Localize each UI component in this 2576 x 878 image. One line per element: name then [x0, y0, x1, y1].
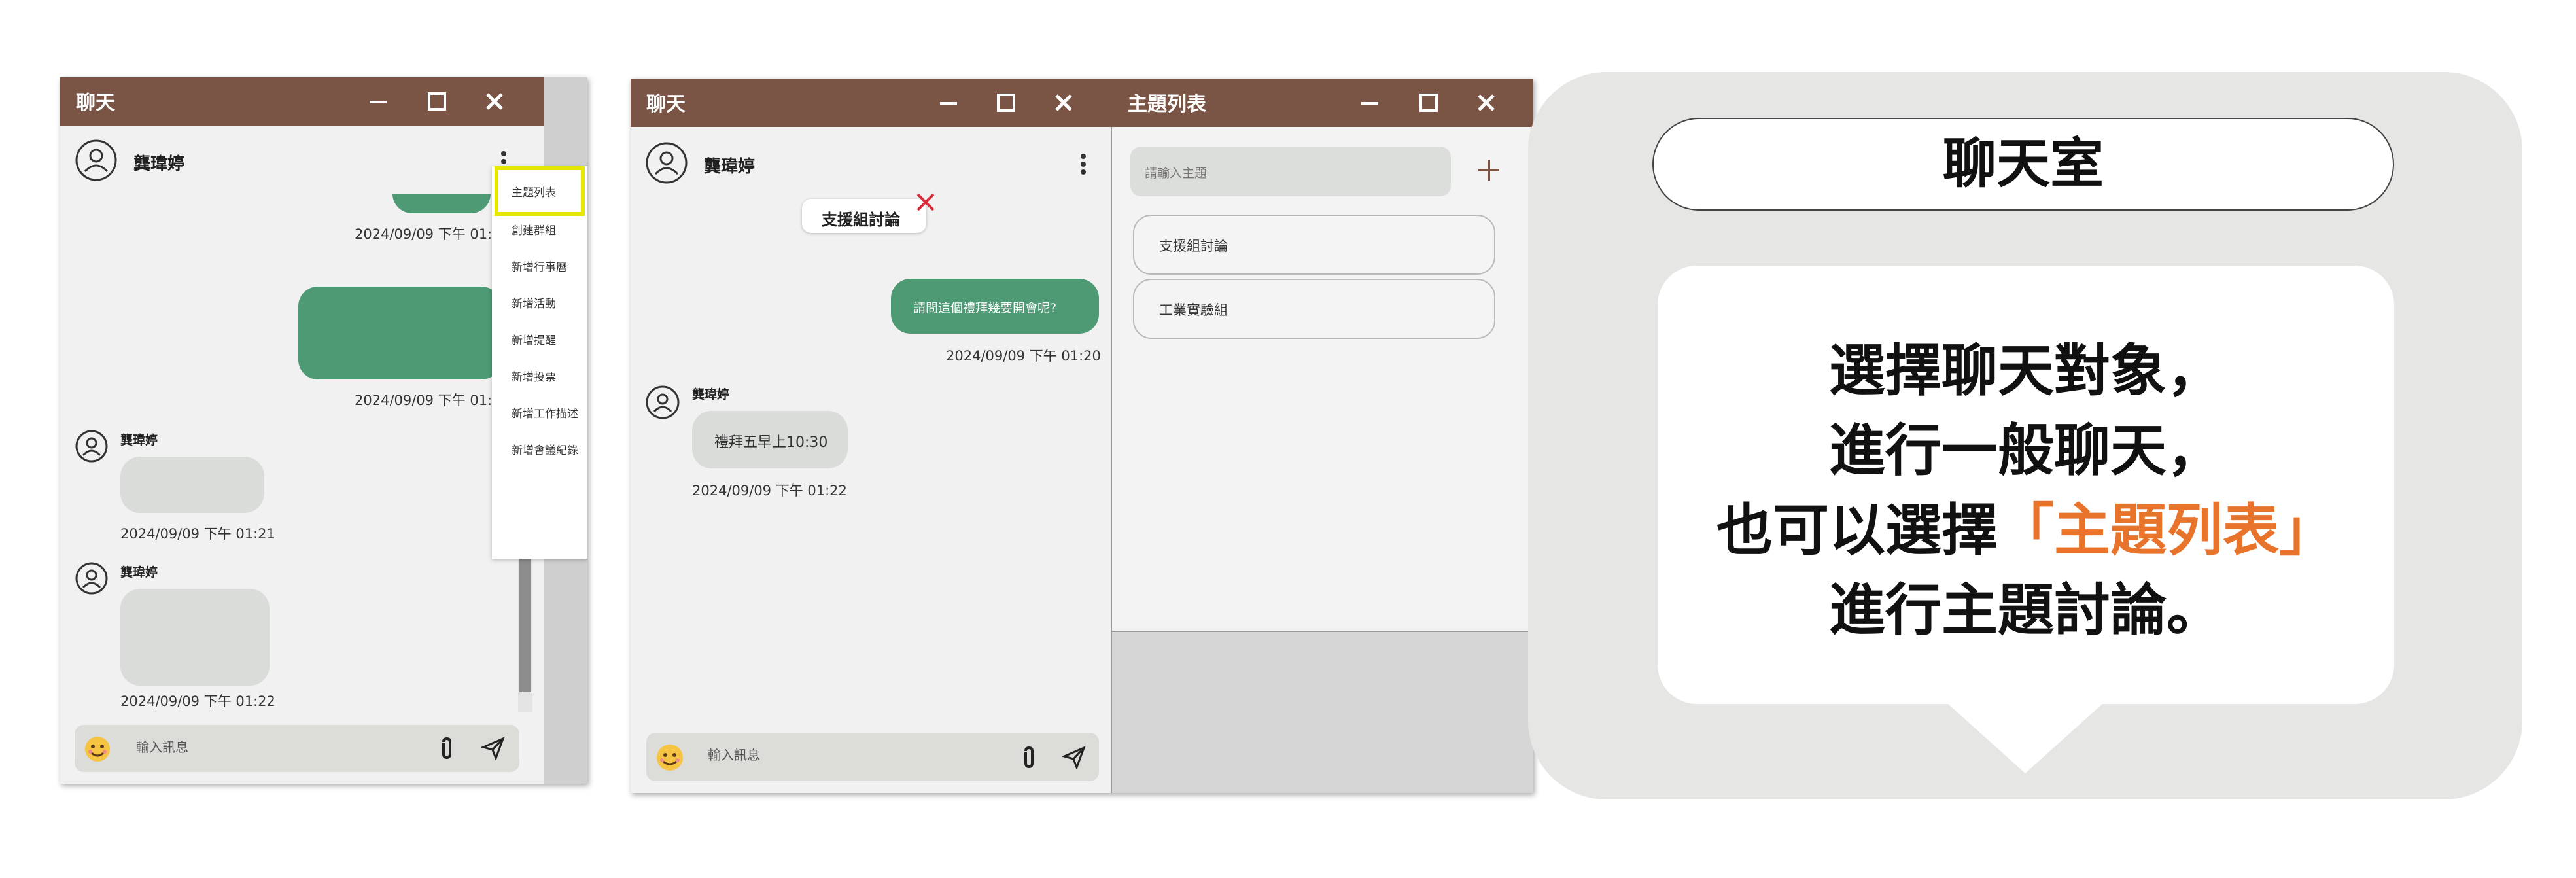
topic-search-field[interactable]: 請輸入主題 [1130, 147, 1451, 196]
callout-line-2: 進行一般聊天， [1829, 418, 2223, 483]
sender-name: 龔瑋婷 [120, 433, 158, 448]
middle-chat-window: 聊天 龔瑋婷 支援組討論 請問這個禮拜幾要開會呢? 2024/09/09 下午 … [631, 79, 1533, 793]
speech-bubble-tail [1947, 703, 2104, 773]
emoji-icon[interactable] [84, 735, 111, 763]
more-vertical-icon[interactable] [1079, 153, 1087, 175]
callout-line-3: 也可以選擇「主題列表」 [1658, 491, 2394, 571]
menu-item-add-reminder[interactable]: 新增提醒 [492, 331, 583, 347]
left-chat-window: 聊天 龔瑋婷 2024/09/09 下午 01:2 2024/09/09 下午 … [60, 77, 587, 784]
plus-icon[interactable] [1476, 157, 1502, 183]
menu-item-create-group[interactable]: 創建群組 [492, 221, 583, 237]
topic-chip: 支援組討論 [802, 199, 926, 233]
minimize-button[interactable] [929, 79, 968, 127]
maximize-button[interactable] [417, 77, 457, 126]
other-message-bubble [120, 457, 264, 513]
message-input-bar: 輸入訊息 [75, 725, 519, 772]
message-input-bar: 輸入訊息 [646, 733, 1099, 781]
other-message-bubble [120, 589, 270, 686]
callout-highlight: 「主題列表」 [1998, 498, 2335, 563]
sender-name: 龔瑋婷 [692, 387, 730, 402]
topic-chip-label: 支援組討論 [822, 211, 900, 229]
message-timestamp: 2024/09/09 下午 01:2 [355, 226, 501, 242]
panel-heading: 聊天室 [1942, 133, 2104, 195]
topic-item-label: 支援組討論 [1159, 238, 1228, 254]
menu-item-add-calendar[interactable]: 新增行事曆 [492, 258, 583, 274]
my-message-text: 請問這個禮拜幾要開會呢? [913, 301, 1057, 315]
other-message-text: 禮拜五早上10:30 [714, 434, 828, 451]
minimize-icon [1361, 102, 1378, 105]
topic-search-placeholder: 請輸入主題 [1145, 166, 1208, 181]
info-panel: 聊天室 選擇聊天對象， 進行一般聊天， 也可以選擇「主題列表」 進行主題討論。 [1528, 72, 2522, 799]
options-menu: 主題列表 創建群組 新增行事曆 新增活動 新增提醒 新增投票 新增工作描述 新增… [492, 166, 587, 559]
left-titlebar: 聊天 [60, 77, 544, 126]
callout-line-4: 進行主題討論。 [1829, 578, 2223, 643]
close-icon [486, 93, 503, 110]
close-button[interactable] [1044, 79, 1083, 127]
topic-titlebar: 主題列表 [1112, 79, 1533, 127]
close-icon [1055, 94, 1072, 111]
callout-line-3-text: 也可以選擇 [1716, 498, 1998, 563]
minimize-icon [370, 101, 387, 103]
minimize-button[interactable] [358, 77, 398, 126]
my-message-bubble [392, 194, 491, 213]
user-avatar-icon [75, 562, 108, 595]
my-message-bubble [298, 287, 501, 379]
my-message-bubble: 請問這個禮拜幾要開會呢? [891, 279, 1099, 334]
user-avatar-icon [646, 142, 688, 184]
user-avatar-icon [75, 430, 108, 463]
message-timestamp: 2024/09/09 下午 01:2 [355, 393, 501, 408]
maximize-icon [1419, 94, 1438, 112]
topic-list-pane: 主題列表 請輸入主題 支援組討論 工業實驗組 [1112, 79, 1533, 632]
topic-item-label: 工業實驗組 [1159, 302, 1228, 318]
menu-item-add-vote[interactable]: 新增投票 [492, 368, 583, 384]
user-avatar-icon [646, 385, 680, 419]
topic-item[interactable]: 工業實驗組 [1133, 279, 1495, 339]
close-button[interactable] [475, 77, 514, 126]
paperclip-icon[interactable] [1022, 746, 1036, 769]
other-message-bubble: 禮拜五早上10:30 [692, 411, 848, 468]
window-title: 聊天 [646, 93, 686, 116]
chat-pane: 聊天 龔瑋婷 支援組討論 請問這個禮拜幾要開會呢? 2024/09/09 下午 … [631, 79, 1112, 793]
menu-item-add-minutes[interactable]: 新增會議紀錄 [492, 441, 583, 457]
paperclip-icon[interactable] [440, 737, 454, 760]
close-button[interactable] [1467, 79, 1506, 127]
contact-name: 龔瑋婷 [133, 154, 185, 174]
minimize-button[interactable] [1350, 79, 1389, 127]
emoji-icon[interactable] [655, 743, 684, 772]
send-icon[interactable] [481, 737, 505, 760]
maximize-icon [428, 92, 446, 111]
maximize-button[interactable] [1409, 79, 1448, 127]
callout-line-1: 選擇聊天對象， [1829, 338, 2223, 404]
message-input[interactable]: 輸入訊息 [708, 745, 760, 764]
close-topic-icon[interactable] [914, 191, 937, 213]
minimize-icon [940, 102, 957, 105]
message-timestamp: 2024/09/09 下午 01:22 [692, 483, 847, 499]
menu-item-add-event[interactable]: 新增活動 [492, 294, 583, 311]
topic-item[interactable]: 支援組討論 [1133, 215, 1495, 275]
window-title: 聊天 [76, 92, 115, 114]
message-timestamp: 2024/09/09 下午 01:22 [120, 694, 275, 709]
heading-pill: 聊天室 [1652, 118, 2394, 211]
chat-titlebar: 聊天 [631, 79, 1112, 127]
speech-bubble: 選擇聊天對象， 進行一般聊天， 也可以選擇「主題列表」 進行主題討論。 [1658, 266, 2394, 704]
send-icon[interactable] [1062, 746, 1086, 769]
sender-name: 龔瑋婷 [120, 565, 158, 580]
close-icon [1478, 94, 1495, 111]
menu-item-add-task[interactable]: 新增工作描述 [492, 404, 583, 421]
maximize-button[interactable] [986, 79, 1026, 127]
contact-name: 龔瑋婷 [704, 157, 756, 177]
message-input[interactable]: 輸入訊息 [136, 737, 188, 756]
message-timestamp: 2024/09/09 下午 01:20 [946, 348, 1101, 364]
topic-window-title: 主題列表 [1128, 93, 1206, 116]
user-avatar-icon [75, 139, 117, 181]
menu-item-topic-list[interactable]: 主題列表 [492, 183, 583, 200]
message-timestamp: 2024/09/09 下午 01:21 [120, 526, 275, 542]
maximize-icon [997, 94, 1015, 112]
